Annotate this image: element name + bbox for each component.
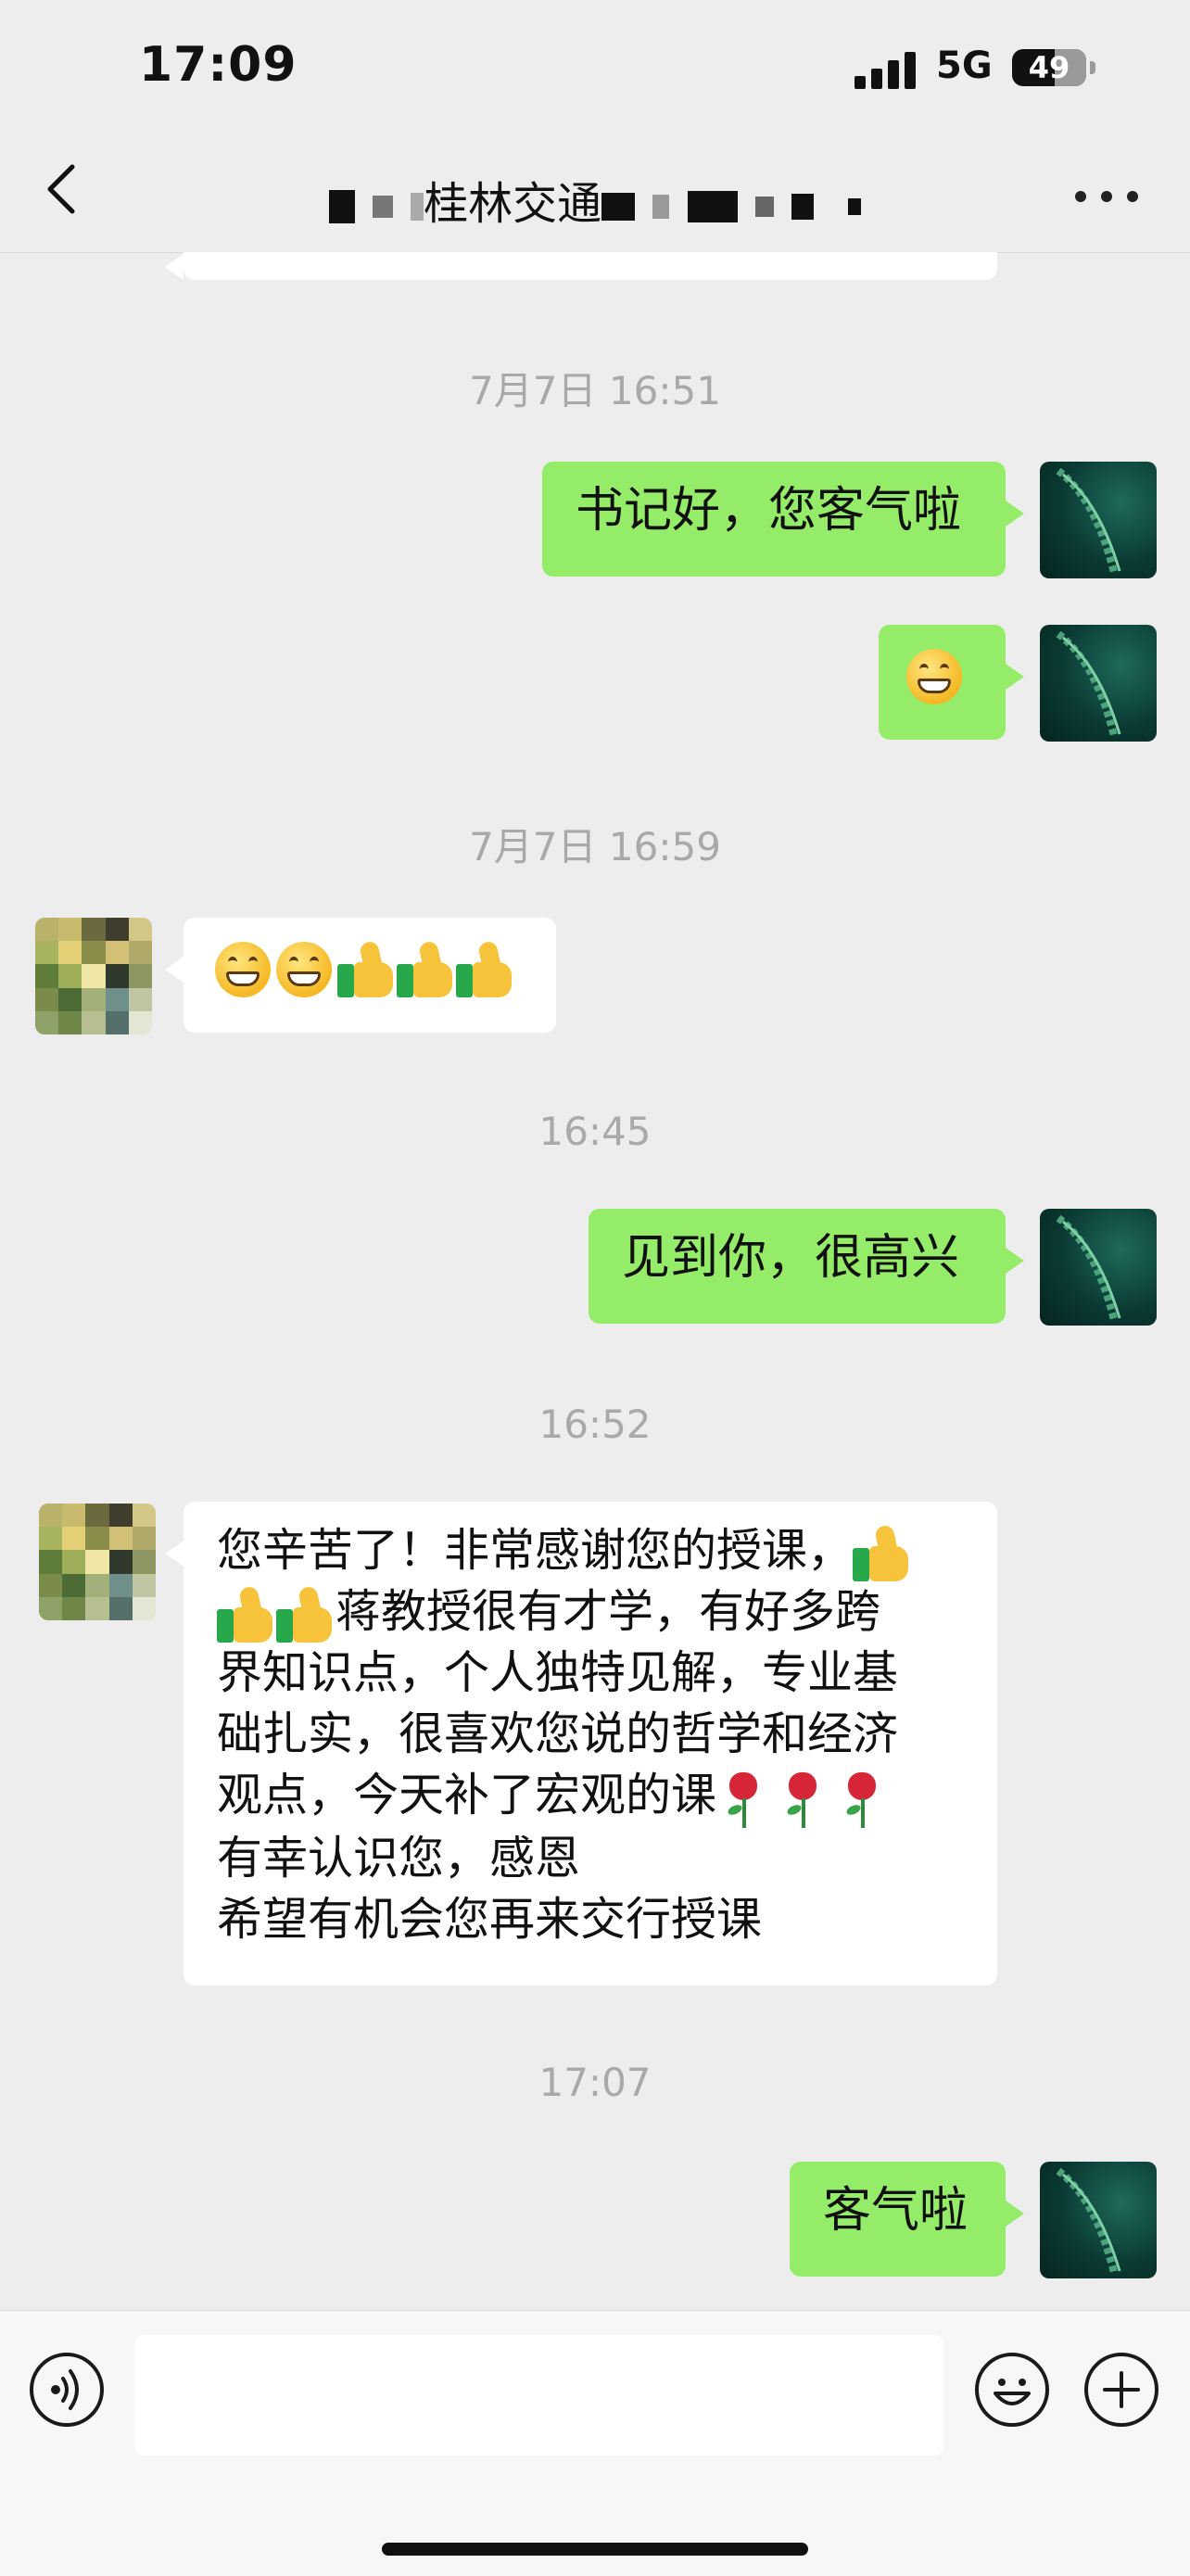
chat-title: 桂林交通 — [0, 167, 1190, 232]
message-bubble-received[interactable] — [165, 918, 556, 1033]
avatar-leaf-icon — [1056, 467, 1121, 574]
my-avatar[interactable] — [1040, 462, 1157, 578]
more-button[interactable] — [1075, 191, 1140, 204]
emoji-icon — [994, 2379, 1031, 2405]
thumbs-up-emoji-icon — [276, 1584, 334, 1643]
plus-icon — [1103, 2371, 1140, 2408]
my-avatar[interactable] — [1040, 1209, 1157, 1326]
grin-emoji-icon — [215, 942, 271, 997]
message-text: 书记好，您客气啦 — [576, 483, 962, 539]
message-bubble-sent[interactable]: 书记好，您客气啦 — [542, 462, 1024, 577]
message-input[interactable] — [134, 2335, 943, 2455]
timestamp: 7月7日 16:59 — [469, 824, 721, 869]
message-line: 界知识点，个人独特见解，专业基 — [217, 1646, 899, 1699]
voice-button[interactable] — [30, 2353, 104, 2427]
thumbs-up-emoji-icon — [337, 940, 395, 997]
chat-title-text: 桂林交通 — [424, 178, 602, 230]
message-line: 有幸认识您，感恩 — [217, 1831, 581, 1884]
network-type: 5G — [936, 44, 993, 87]
more-functions-button[interactable] — [1084, 2353, 1158, 2427]
nav-bar: 桂林交通 — [0, 139, 1190, 253]
my-avatar[interactable] — [1040, 625, 1157, 742]
thumbs-up-emoji-icon — [853, 1523, 910, 1581]
voice-icon — [51, 2369, 79, 2410]
message-line: 观点，今天补了宏观的课 — [217, 1765, 964, 1828]
timestamp: 7月7日 16:51 — [469, 368, 721, 413]
battery-icon: 49 — [1012, 49, 1086, 86]
home-indicator[interactable] — [382, 2543, 808, 2556]
contact-avatar[interactable] — [35, 918, 152, 1034]
message-line: 希望有机会您再来交行授课 — [217, 1892, 763, 1946]
rose-emoji-icon — [835, 1769, 887, 1828]
avatar-leaf-icon — [1056, 630, 1121, 737]
timestamp: 17:07 — [538, 2060, 652, 2105]
avatar-leaf-icon — [1056, 2167, 1121, 2274]
message-line: 础扎实，很喜欢您说的哲学和经济 — [217, 1707, 899, 1760]
message-bubble-sent[interactable] — [879, 625, 1024, 740]
input-bar — [0, 2310, 1190, 2576]
grin-emoji-icon — [906, 649, 962, 704]
rose-emoji-icon — [716, 1769, 768, 1828]
timestamp: 16:52 — [538, 1402, 652, 1447]
battery-level: 49 — [1028, 50, 1070, 85]
thumbs-up-emoji-icon — [397, 940, 454, 997]
status-time: 17:09 — [139, 37, 298, 93]
message-bubble-sent[interactable]: 客气啦 — [790, 2162, 1024, 2277]
message-line: 您辛苦了！非常感谢您的授课， — [217, 1520, 964, 1581]
message-bubble-received[interactable]: 您辛苦了！非常感谢您的授课， 蒋教授很有才学，有好多跨 界知识点，个人独特见解，… — [165, 1502, 997, 1986]
signal-icon — [855, 48, 919, 89]
rose-emoji-icon — [776, 1769, 828, 1828]
avatar-leaf-icon — [1056, 1214, 1121, 1321]
message-text: 客气啦 — [823, 2183, 968, 2239]
chat-area[interactable]: 7月7日 16:51 书记好，您客气啦 7月7日 16:59 16:45 见到你… — [0, 252, 1190, 2310]
contact-avatar[interactable] — [39, 1504, 156, 1620]
emoji-button[interactable] — [975, 2353, 1049, 2427]
timestamp: 16:45 — [538, 1109, 652, 1154]
message-line: 蒋教授很有才学，有好多跨 — [217, 1581, 964, 1643]
message-bubble-partial — [165, 252, 997, 280]
message-text: 见到你，很高兴 — [622, 1230, 960, 1286]
thumbs-up-emoji-icon — [456, 940, 513, 997]
my-avatar[interactable] — [1040, 2162, 1157, 2278]
battery-tip — [1090, 61, 1095, 74]
thumbs-up-emoji-icon — [217, 1584, 274, 1643]
message-bubble-sent[interactable]: 见到你，很高兴 — [589, 1209, 1024, 1324]
grin-emoji-icon — [276, 942, 332, 997]
status-bar: 17:09 5G 49 — [0, 0, 1190, 139]
